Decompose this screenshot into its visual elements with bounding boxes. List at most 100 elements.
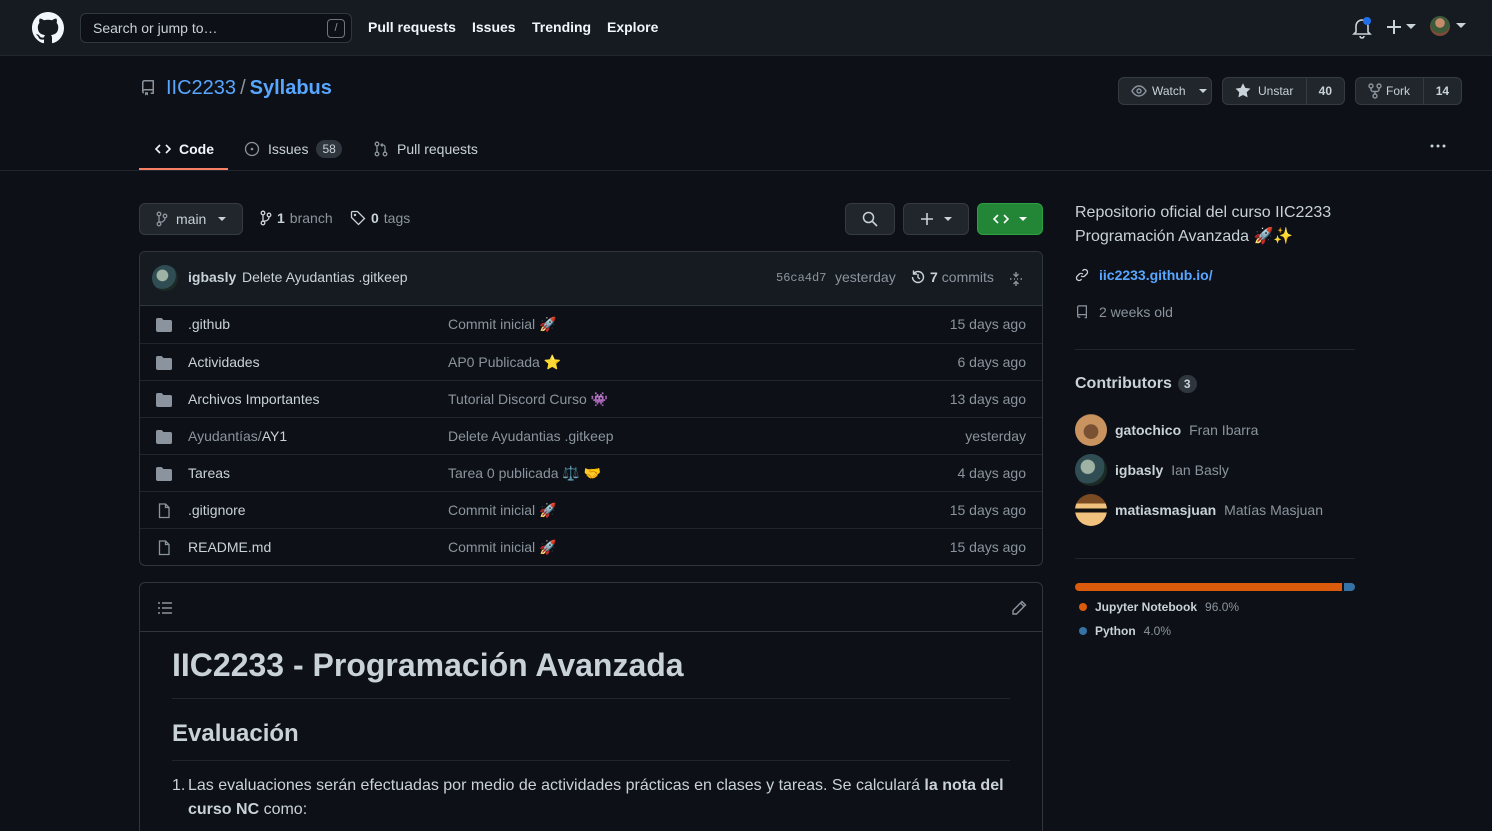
contributor-name: Fran Ibarra xyxy=(1189,422,1259,438)
star-button[interactable]: Unstar 40 xyxy=(1222,77,1345,105)
expand-vertical-icon[interactable] xyxy=(1009,271,1023,287)
tag-count: 0 xyxy=(371,210,379,226)
nav-trending[interactable]: Trending xyxy=(532,19,591,35)
tab-pull-requests[interactable]: Pull requests xyxy=(373,137,478,161)
repo-name-link[interactable]: Syllabus xyxy=(250,77,332,100)
folder-icon xyxy=(156,355,172,371)
folder-icon xyxy=(156,429,172,445)
code-clone-dropdown[interactable] xyxy=(977,203,1043,235)
caret-down-icon xyxy=(1198,88,1207,93)
language-name: Jupyter Notebook xyxy=(1095,600,1198,614)
file-name-link[interactable]: .github xyxy=(188,316,230,332)
file-row[interactable]: Ayudantías/AY1 Delete Ayudantias .gitkeep… xyxy=(140,417,1042,454)
website-url[interactable]: iic2233.github.io/ xyxy=(1099,267,1213,283)
search-input[interactable]: Search or jump to… / xyxy=(80,13,352,43)
file-name-link[interactable]: Archivos Importantes xyxy=(188,391,320,407)
more-options-kebab-icon[interactable] xyxy=(1429,140,1447,152)
tags-link[interactable]: 0 tags xyxy=(350,210,410,226)
file-row[interactable]: Tareas Tarea 0 publicada ⚖️ 🤝 4 days ago xyxy=(140,454,1042,491)
nav-issues[interactable]: Issues xyxy=(472,19,516,35)
go-to-file-button[interactable] xyxy=(845,203,895,235)
file-row[interactable]: .gitignore Commit inicial 🚀 15 days ago xyxy=(140,491,1042,528)
issue-opened-icon xyxy=(244,141,260,157)
watch-button[interactable]: Watch xyxy=(1118,77,1212,105)
avatar[interactable] xyxy=(152,265,178,291)
file-name: .gitignore xyxy=(188,502,246,518)
file-commit-message[interactable]: Tutorial Discord Curso 👾 xyxy=(448,391,608,408)
pencil-icon[interactable] xyxy=(1011,600,1027,616)
contributor-login[interactable]: matiasmasjuan xyxy=(1115,502,1216,518)
language-item-jupyter[interactable]: Jupyter Notebook 96.0% xyxy=(1079,600,1239,614)
contributor-login[interactable]: igbasly xyxy=(1115,462,1163,478)
repo-age-text: 2 weeks old xyxy=(1099,304,1173,320)
notifications-bell-icon[interactable] xyxy=(1352,17,1372,39)
language-item-python[interactable]: Python 4.0% xyxy=(1079,624,1171,638)
file-name-link[interactable]: Ayudantías/AY1 xyxy=(188,428,287,444)
tab-issues-label: Issues xyxy=(268,141,309,157)
tab-code[interactable]: Code xyxy=(155,137,214,161)
readme-item-tail: como: xyxy=(259,801,308,818)
list-unordered-icon[interactable] xyxy=(157,600,173,616)
file-commit-message[interactable]: Commit inicial 🚀 xyxy=(448,539,556,556)
avatar[interactable] xyxy=(1075,454,1107,486)
file-commit-message[interactable]: Tarea 0 publicada ⚖️ 🤝 xyxy=(448,465,601,482)
file-commit-message[interactable]: Commit inicial 🚀 xyxy=(448,502,556,519)
fork-icon xyxy=(1368,83,1382,99)
folder-icon xyxy=(156,466,172,482)
nav-explore[interactable]: Explore xyxy=(607,19,658,35)
commits-word: commits xyxy=(941,269,994,285)
file-row[interactable]: Archivos Importantes Tutorial Discord Cur… xyxy=(140,380,1042,417)
website-link[interactable]: iic2233.github.io/ xyxy=(1075,267,1213,283)
contributor-login[interactable]: gatochico xyxy=(1115,422,1181,438)
unstar-label: Unstar xyxy=(1258,84,1294,98)
readme-list-item: 1. Las evaluaciones serán efectuadas por… xyxy=(172,774,1008,822)
unstar-button[interactable]: Unstar xyxy=(1223,83,1306,99)
file-name-link[interactable]: README.md xyxy=(188,539,271,555)
file-name-link[interactable]: Actividades xyxy=(188,354,260,370)
add-file-dropdown[interactable] xyxy=(903,203,969,235)
file-commit-message[interactable]: Delete Ayudantias .gitkeep xyxy=(448,428,614,444)
file-name-link[interactable]: .gitignore xyxy=(188,502,246,518)
repo-title: IIC2233 / Syllabus xyxy=(140,76,332,100)
fork-action[interactable]: Fork xyxy=(1356,83,1423,99)
avatar[interactable] xyxy=(1075,414,1107,446)
file-row[interactable]: .github Commit inicial 🚀 15 days ago xyxy=(140,306,1042,343)
contributor-item[interactable]: gatochico Fran Ibarra xyxy=(1075,414,1258,446)
fork-button[interactable]: Fork 14 xyxy=(1355,77,1462,105)
branches-link[interactable]: 1 branch xyxy=(260,210,333,226)
star-count[interactable]: 40 xyxy=(1305,78,1344,104)
commit-history-link[interactable]: 7 commits xyxy=(910,269,994,285)
file-commit-message[interactable]: Commit inicial 🚀 xyxy=(448,316,556,333)
file-commit-message[interactable]: AP0 Publicada ⭐ xyxy=(448,354,561,371)
repo-age: 2 weeks old xyxy=(1075,304,1173,320)
commit-message[interactable]: Delete Ayudantias .gitkeep xyxy=(242,269,408,285)
contributors-heading[interactable]: Contributors 3 xyxy=(1075,375,1197,393)
pull-request-icon xyxy=(374,141,388,157)
file-row[interactable]: README.md Commit inicial 🚀 15 days ago xyxy=(140,528,1042,565)
fork-count[interactable]: 14 xyxy=(1422,78,1461,104)
repo-owner-link[interactable]: IIC2233 xyxy=(166,77,236,100)
commit-sha[interactable]: 56ca4d7 xyxy=(776,271,826,285)
file-age: 15 days ago xyxy=(949,539,1026,555)
commit-author[interactable]: igbasly xyxy=(188,269,236,285)
file-name-link[interactable]: Tareas xyxy=(188,465,230,481)
tab-issues[interactable]: Issues 58 xyxy=(244,137,342,161)
caret-down-icon xyxy=(1019,216,1027,221)
github-logo-icon[interactable] xyxy=(32,12,64,44)
tag-icon xyxy=(350,210,366,226)
nav-pull-requests[interactable]: Pull requests xyxy=(368,19,456,35)
contributor-item[interactable]: matiasmasjuan Matías Masjuan xyxy=(1075,494,1323,526)
branch-selector[interactable]: main xyxy=(139,203,243,235)
repo-icon xyxy=(1077,305,1087,319)
code-icon xyxy=(155,144,171,154)
plus-icon xyxy=(921,213,933,225)
readme-box: IIC2233 - Programación Avanzada Evaluaci… xyxy=(139,582,1043,831)
create-new-dropdown[interactable] xyxy=(1386,19,1416,35)
avatar[interactable] xyxy=(1075,494,1107,526)
language-color-dot xyxy=(1079,603,1087,611)
avatar xyxy=(1430,16,1450,36)
user-menu[interactable] xyxy=(1430,16,1466,36)
file-row[interactable]: Actividades AP0 Publicada ⭐ 6 days ago xyxy=(140,343,1042,380)
file-name: README.md xyxy=(188,539,272,555)
contributor-item[interactable]: igbasly Ian Basly xyxy=(1075,454,1229,486)
